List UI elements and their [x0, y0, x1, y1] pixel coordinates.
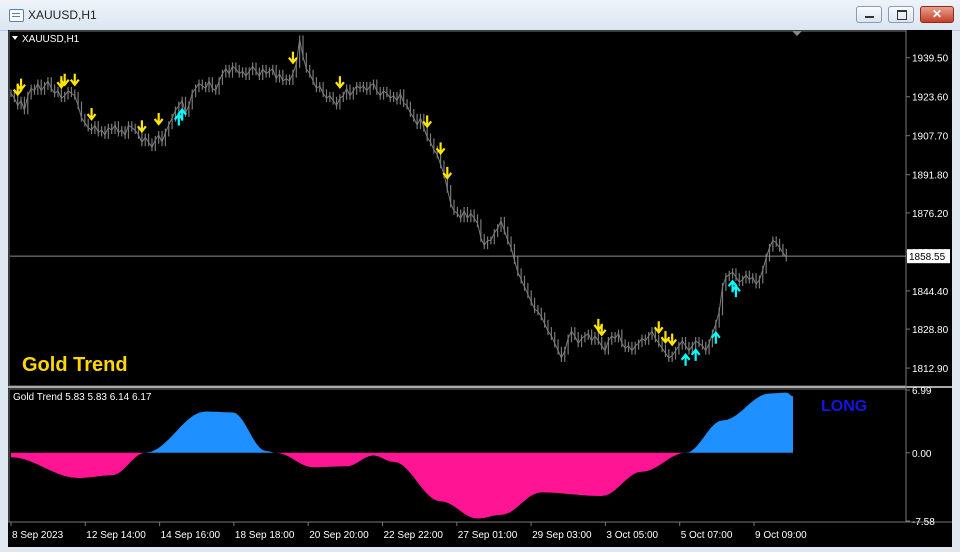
buy-arrow-icon [680, 353, 691, 366]
time-tick-label: 5 Oct 07:00 [681, 530, 733, 541]
time-tick-label: 27 Sep 01:00 [458, 530, 518, 541]
price-series [10, 35, 787, 362]
current-price-line: 1858.55 [10, 249, 950, 264]
price-tick-label: 1923.60 [912, 93, 949, 104]
current-price-label: 1858.55 [909, 252, 946, 263]
shift-marker-icon[interactable] [792, 31, 802, 36]
price-tick-label: 1876.20 [912, 209, 949, 220]
time-tick-label: 29 Sep 03:00 [532, 530, 592, 541]
sell-arrow-icon [153, 112, 164, 126]
chart-area[interactable]: XAUUSD,H1 1939.50 1923.60 1907.70 1891.80 18… [8, 17, 952, 547]
price-tick-label: 1812.90 [912, 364, 949, 375]
maximize-button[interactable] [888, 6, 914, 23]
time-tick-label: 20 Sep 20:00 [309, 530, 369, 541]
window-title: XAUUSD,H1 [28, 8, 97, 22]
time-tick-label: 22 Sep 22:00 [384, 530, 444, 541]
sell-arrow-icon [335, 76, 345, 89]
price-tick-label: 1907.70 [912, 132, 949, 143]
price-tick-label: 1939.50 [912, 54, 949, 65]
close-button[interactable] [920, 6, 954, 23]
overlay-title: Gold Trend [22, 354, 128, 376]
price-tick-label: 1844.40 [912, 287, 949, 298]
indicator-series [11, 392, 793, 519]
time-tick-label: 9 Oct 09:00 [755, 530, 807, 541]
symbol-label: XAUUSD,H1 [22, 34, 80, 45]
time-tick-label: 12 Sep 14:00 [86, 530, 146, 541]
price-tick-label: 1891.80 [912, 171, 949, 182]
long-state-label: LONG [821, 398, 867, 415]
indicator-tick-label: -7.58 [912, 517, 935, 528]
price-tick-label: 1828.80 [912, 325, 949, 336]
indicator-scale: 6.99 0.00 -7.58 [906, 386, 935, 528]
collapse-triangle-icon[interactable] [12, 36, 18, 40]
sell-arrow-icon [667, 333, 678, 347]
time-tick-label: 8 Sep 2023 [12, 530, 64, 541]
time-tick-label: 14 Sep 16:00 [161, 530, 221, 541]
time-axis: 8 Sep 2023 12 Sep 14:00 14 Sep 16:00 18 Sep… [10, 522, 807, 541]
time-tick-label: 18 Sep 18:00 [235, 530, 295, 541]
sell-arrow-icon [86, 108, 97, 121]
price-line [10, 39, 787, 360]
indicator-label: Gold Trend 5.83 5.83 6.14 6.17 [13, 392, 152, 403]
minimize-button[interactable] [856, 6, 882, 23]
title-bar: XAUUSD,H1 [0, 0, 960, 31]
indicator-tick-label: 0.00 [912, 449, 932, 460]
time-tick-label: 3 Oct 05:00 [606, 530, 658, 541]
sell-arrow-icon [69, 73, 80, 87]
indicator-tick-label: 6.99 [912, 386, 932, 397]
chart-window-icon [9, 9, 24, 22]
indicator-negative-area [11, 452, 793, 519]
chart-svg: XAUUSD,H1 1939.50 1923.60 1907.70 1891.80 18… [8, 17, 952, 541]
main-price-scale: 1939.501923.601907.701891.801876.201860.… [906, 54, 949, 375]
